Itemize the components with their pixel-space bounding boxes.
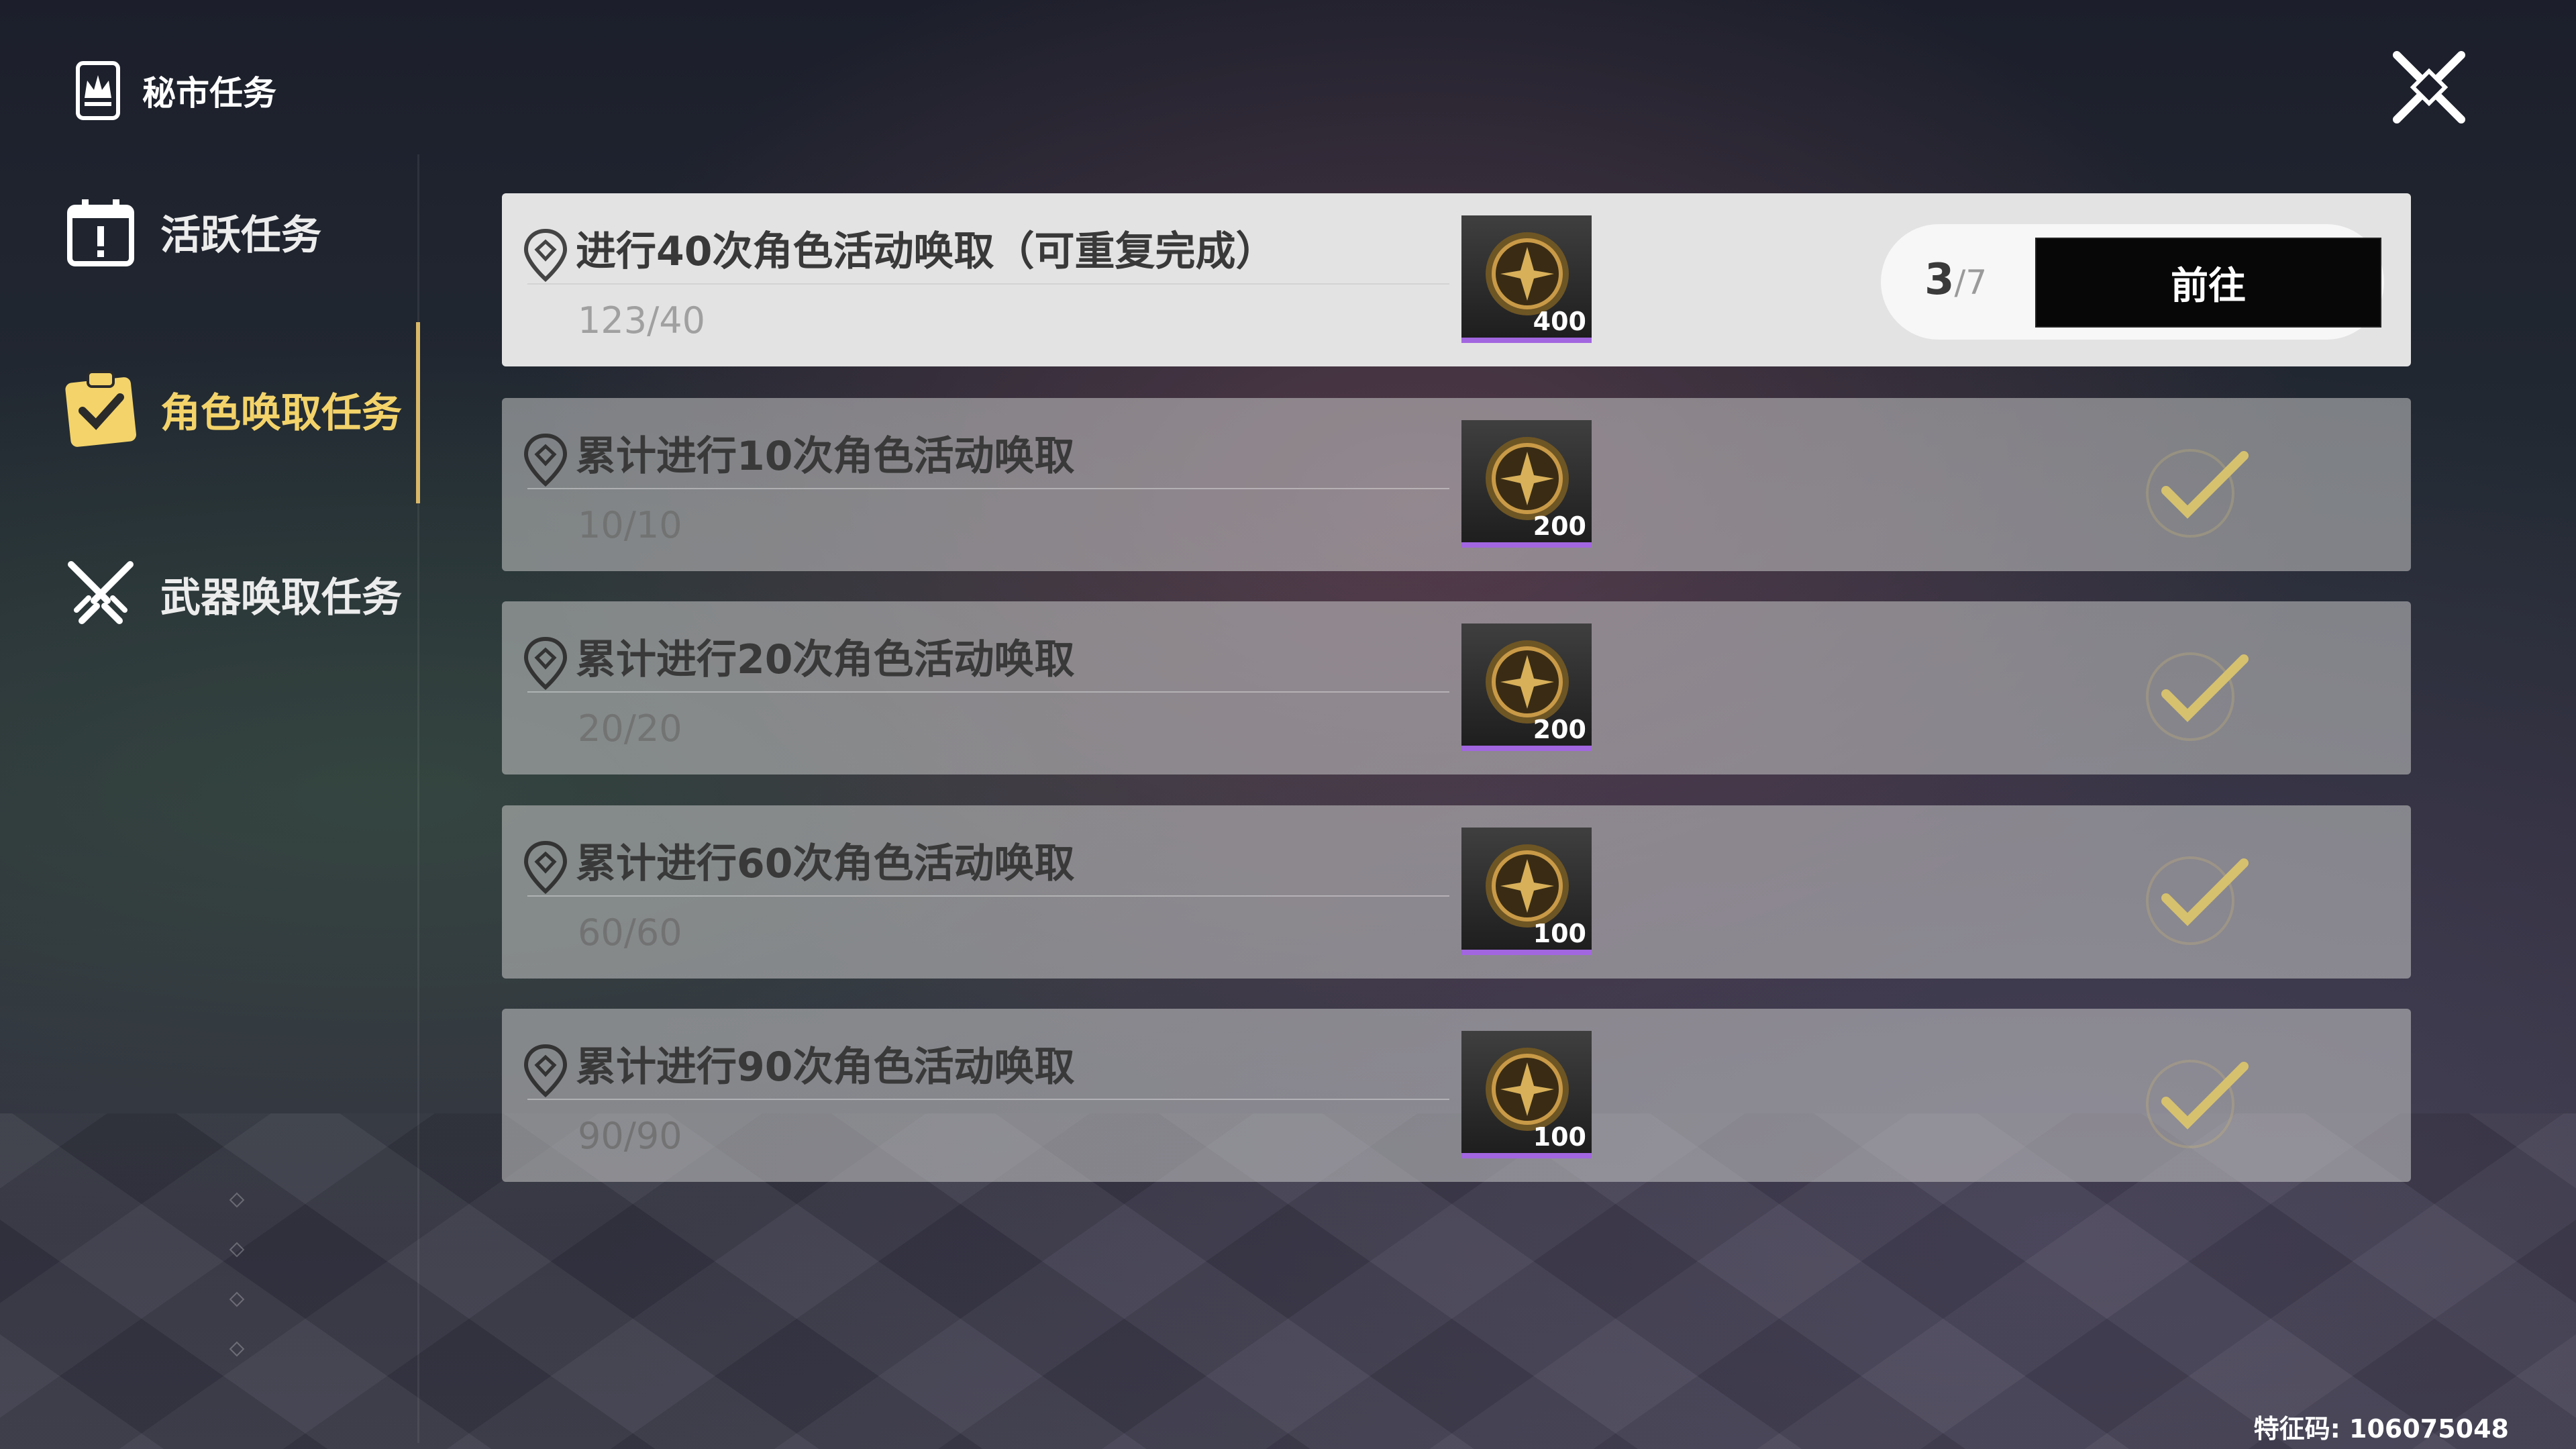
clipboard-check-icon <box>64 370 138 447</box>
repeat-total: /7 <box>1954 263 1988 302</box>
task-divider <box>527 1099 1449 1100</box>
task-progress: 90/90 <box>578 1115 682 1157</box>
repeat-done: 3 <box>1924 255 1955 305</box>
reward-amount: 400 <box>1533 307 1586 336</box>
completed-check-icon <box>2146 449 2249 538</box>
task-divider <box>527 691 1449 693</box>
completed-check-icon <box>2146 1060 2249 1148</box>
task-card: 累计进行90次角色活动唤取 90/90 100 <box>502 1009 2411 1182</box>
sidebar-item-label: 角色唤取任务 <box>160 389 402 437</box>
task-card: 累计进行60次角色活动唤取 60/60 100 <box>502 805 2411 979</box>
task-card: 进行40次角色活动唤取（可重复完成） 123/40 400 3/7 前往 <box>502 193 2411 366</box>
task-marker-icon <box>523 636 568 690</box>
secret-market-icon <box>76 61 120 120</box>
go-button[interactable]: 前往 <box>2035 238 2381 328</box>
task-divider <box>527 895 1449 897</box>
reward-amount: 100 <box>1533 1122 1586 1152</box>
fingerprint-code: 特征码: 106075048 <box>2253 1414 2509 1444</box>
completed-check-icon <box>2146 856 2249 945</box>
calendar-alert-icon <box>64 195 138 268</box>
task-marker-icon <box>523 840 568 894</box>
decorative-dots <box>229 1192 245 1393</box>
task-card: 累计进行10次角色活动唤取 10/10 200 <box>502 398 2411 571</box>
task-title: 进行40次角色活动唤取（可重复完成） <box>576 228 1276 275</box>
sidebar-item-character-tasks[interactable]: 角色唤取任务 <box>64 370 402 447</box>
reward-amount: 100 <box>1533 919 1586 948</box>
task-marker-icon <box>523 1044 568 1097</box>
task-progress: 123/40 <box>578 299 705 342</box>
sidebar-item-weapon-tasks[interactable]: 武器唤取任务 <box>64 557 402 631</box>
task-progress: 60/60 <box>578 911 682 954</box>
task-title: 累计进行60次角色活动唤取 <box>576 840 1075 887</box>
task-title: 累计进行90次角色活动唤取 <box>576 1044 1075 1091</box>
reward-amount: 200 <box>1533 715 1586 744</box>
task-progress: 10/10 <box>578 504 682 546</box>
task-progress: 20/20 <box>578 707 682 750</box>
reward-item[interactable]: 400 <box>1461 215 1592 343</box>
task-marker-icon <box>523 228 568 282</box>
task-divider <box>527 283 1449 285</box>
sidebar-active-indicator <box>416 322 420 503</box>
sidebar-item-label: 活跃任务 <box>160 211 321 259</box>
task-divider <box>527 488 1449 489</box>
repeat-counter: 3/7 <box>1924 255 1987 305</box>
page-header: 秘市任务 <box>74 60 276 121</box>
reward-item[interactable]: 100 <box>1461 1031 1592 1158</box>
task-title: 累计进行10次角色活动唤取 <box>576 433 1075 480</box>
close-x-icon[interactable] <box>2389 47 2469 128</box>
reward-item[interactable]: 200 <box>1461 623 1592 751</box>
page-title: 秘市任务 <box>142 74 276 113</box>
reward-item[interactable]: 100 <box>1461 828 1592 955</box>
completed-check-icon <box>2146 652 2249 741</box>
task-marker-icon <box>523 433 568 487</box>
task-card: 累计进行20次角色活动唤取 20/20 200 <box>502 601 2411 775</box>
task-title: 累计进行20次角色活动唤取 <box>576 636 1075 683</box>
sidebar-item-label: 武器唤取任务 <box>160 574 402 621</box>
reward-item[interactable]: 200 <box>1461 420 1592 548</box>
crossed-swords-icon <box>64 557 138 631</box>
reward-amount: 200 <box>1533 511 1586 541</box>
sidebar-item-active-tasks[interactable]: 活跃任务 <box>64 195 321 268</box>
